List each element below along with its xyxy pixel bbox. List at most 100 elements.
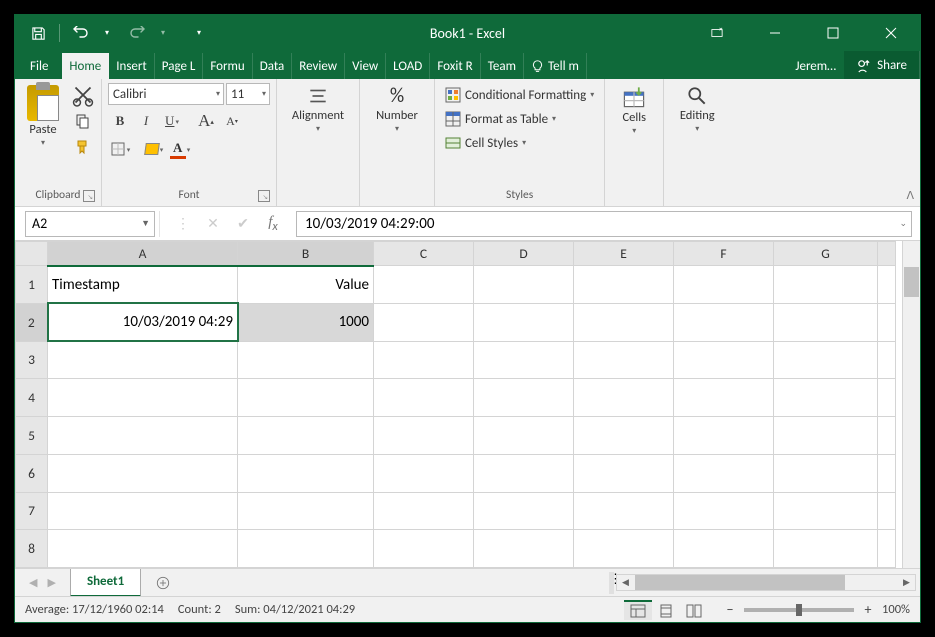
vertical-scrollbar-thumb[interactable] xyxy=(904,267,919,297)
cell[interactable] xyxy=(48,492,238,530)
cell[interactable] xyxy=(674,417,774,455)
fill-color-button[interactable]: ▾ xyxy=(142,137,166,161)
user-account[interactable]: Jerem… xyxy=(788,53,844,79)
italic-button[interactable]: I xyxy=(134,109,158,133)
collapse-ribbon-icon[interactable]: ᐱ xyxy=(906,189,914,202)
normal-view-button[interactable] xyxy=(624,600,652,620)
cell[interactable] xyxy=(374,454,474,492)
row-header-6[interactable]: 6 xyxy=(16,454,48,492)
cell[interactable] xyxy=(674,379,774,417)
tab-page-layout[interactable]: Page L xyxy=(155,53,204,79)
cell[interactable] xyxy=(374,303,474,341)
cell[interactable] xyxy=(574,454,674,492)
cells-button[interactable]: Cells ▾ xyxy=(611,83,657,138)
tab-load[interactable]: LOAD xyxy=(386,53,430,79)
cell[interactable] xyxy=(48,530,238,568)
cell[interactable] xyxy=(774,266,878,304)
bold-button[interactable]: B xyxy=(108,109,132,133)
cell-b2[interactable]: 1000 xyxy=(238,303,374,341)
cell[interactable] xyxy=(238,417,374,455)
horizontal-scrollbar[interactable]: ◀ ▶ xyxy=(616,574,916,591)
font-dialog[interactable]: ↘ xyxy=(258,190,270,202)
cell[interactable] xyxy=(48,417,238,455)
row-header-7[interactable]: 7 xyxy=(16,492,48,530)
row-header-1[interactable]: 1 xyxy=(16,266,48,304)
sheet-nav[interactable]: ◀▶ xyxy=(15,576,70,589)
sheet-tab-sheet1[interactable]: Sheet1 xyxy=(70,569,141,597)
format-as-table-button[interactable]: Format as Table▾ xyxy=(441,109,560,129)
cell[interactable] xyxy=(48,454,238,492)
tab-view[interactable]: View xyxy=(345,53,386,79)
tab-insert[interactable]: Insert xyxy=(109,53,155,79)
enter-formula-button[interactable]: ✔ xyxy=(228,211,258,237)
tab-foxit[interactable]: Foxit R xyxy=(430,53,480,79)
zoom-out-button[interactable]: − xyxy=(722,602,738,618)
font-color-button[interactable]: A▾ xyxy=(168,137,192,161)
cell[interactable] xyxy=(474,266,574,304)
cut-button[interactable] xyxy=(71,83,95,107)
page-break-view-button[interactable] xyxy=(680,600,708,620)
tab-file[interactable]: File xyxy=(23,53,62,79)
cell[interactable] xyxy=(474,303,574,341)
cell[interactable] xyxy=(674,303,774,341)
tab-home[interactable]: Home xyxy=(62,53,109,79)
cell[interactable] xyxy=(774,379,878,417)
cell[interactable] xyxy=(48,379,238,417)
conditional-formatting-button[interactable]: Conditional Formatting▾ xyxy=(441,85,598,105)
tab-data[interactable]: Data xyxy=(253,53,293,79)
cell[interactable] xyxy=(374,492,474,530)
cell[interactable] xyxy=(774,303,878,341)
worksheet-grid[interactable]: A B C D E F G 1 Timestamp Value xyxy=(15,241,920,568)
editing-button[interactable]: Editing ▾ xyxy=(670,83,724,136)
cell[interactable] xyxy=(574,303,674,341)
cell[interactable] xyxy=(574,379,674,417)
cell[interactable] xyxy=(574,417,674,455)
format-painter-button[interactable] xyxy=(71,135,95,159)
select-all-cell[interactable] xyxy=(16,242,48,266)
insert-function-button[interactable]: fx xyxy=(258,211,288,237)
cell-styles-button[interactable]: Cell Styles▾ xyxy=(441,133,530,153)
borders-button[interactable]: ▾ xyxy=(108,137,132,161)
cell[interactable] xyxy=(574,341,674,379)
row-header-4[interactable]: 4 xyxy=(16,379,48,417)
cell[interactable] xyxy=(574,266,674,304)
tell-me-search[interactable]: Tell m xyxy=(524,53,587,79)
page-layout-view-button[interactable] xyxy=(652,600,680,620)
col-header-d[interactable]: D xyxy=(474,242,574,266)
col-header-e[interactable]: E xyxy=(574,242,674,266)
cell[interactable] xyxy=(238,530,374,568)
cell[interactable] xyxy=(474,530,574,568)
col-header-c[interactable]: C xyxy=(374,242,474,266)
scroll-right-button[interactable]: ▶ xyxy=(898,575,915,590)
font-size-selector[interactable]: 11▾ xyxy=(226,83,270,105)
cell[interactable] xyxy=(774,341,878,379)
cell[interactable] xyxy=(474,341,574,379)
cell-a1[interactable]: Timestamp xyxy=(48,266,238,304)
ribbon-display-options[interactable] xyxy=(688,15,746,51)
tab-split-handle[interactable]: ⋮ xyxy=(609,572,614,594)
col-header-b[interactable]: B xyxy=(238,242,374,266)
cell[interactable] xyxy=(48,341,238,379)
cell[interactable] xyxy=(238,492,374,530)
share-button[interactable]: Share xyxy=(844,51,920,79)
qat-customize[interactable]: ▾ xyxy=(186,20,212,46)
tab-formulas[interactable]: Formu xyxy=(203,53,252,79)
cell[interactable] xyxy=(774,492,878,530)
cell[interactable] xyxy=(474,454,574,492)
close-button[interactable] xyxy=(862,15,920,51)
zoom-in-button[interactable]: + xyxy=(860,602,876,618)
scroll-left-button[interactable]: ◀ xyxy=(617,575,634,590)
cell[interactable] xyxy=(774,530,878,568)
cell[interactable] xyxy=(674,492,774,530)
underline-button[interactable]: U▾ xyxy=(160,109,184,133)
cell[interactable] xyxy=(574,492,674,530)
cell[interactable] xyxy=(774,417,878,455)
cell[interactable] xyxy=(474,417,574,455)
name-box[interactable]: A2▼ xyxy=(25,211,155,237)
cell[interactable] xyxy=(374,379,474,417)
add-sheet-button[interactable] xyxy=(149,569,177,597)
number-format-button[interactable]: % Number ▾ xyxy=(366,83,428,136)
copy-button[interactable] xyxy=(71,109,95,133)
redo-button[interactable] xyxy=(124,20,150,46)
row-header-8[interactable]: 8 xyxy=(16,530,48,568)
